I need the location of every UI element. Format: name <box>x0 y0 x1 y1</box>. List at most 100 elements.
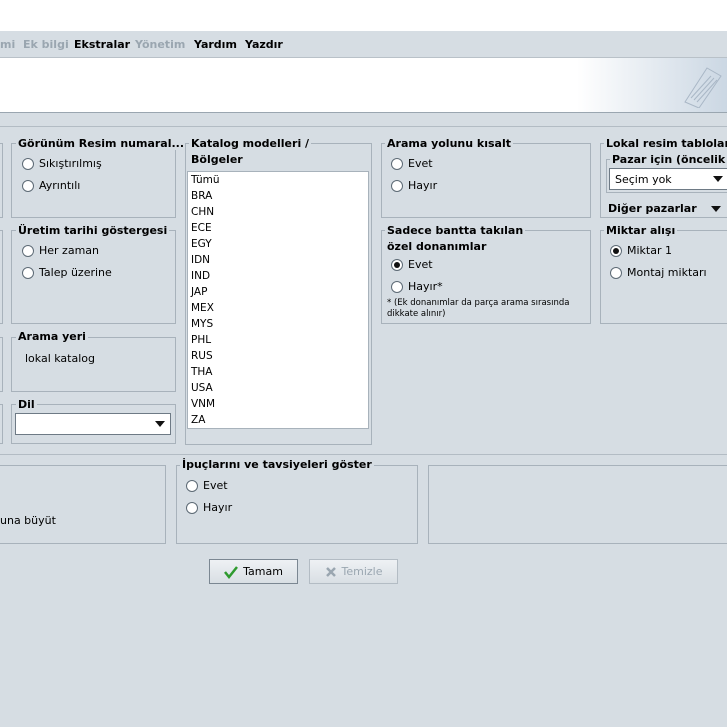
list-item[interactable]: VNM <box>191 396 215 412</box>
gorunum-option-detailed[interactable]: Ayrıntılı <box>22 179 80 192</box>
katalog-title-line1: Katalog modelleri / <box>189 137 312 150</box>
list-item[interactable]: PHL <box>191 332 211 348</box>
list-item[interactable]: IDN <box>191 252 210 268</box>
document-graphic-icon <box>684 67 722 108</box>
radio-icon[interactable] <box>186 479 198 492</box>
separator-middle <box>0 454 727 455</box>
arama-yolu-title: Arama yolunu kısalt <box>385 137 513 150</box>
list-item[interactable]: EGY <box>191 236 212 252</box>
pazar-title: Pazar için (öncelik 1) <box>610 153 727 166</box>
uretim-option-always[interactable]: Her zaman <box>22 244 99 257</box>
list-item[interactable]: BRA <box>191 188 212 204</box>
radio-icon[interactable] <box>22 157 34 170</box>
option-label: Evet <box>408 157 433 170</box>
uretim-option-on-request[interactable]: Talep üzerine <box>22 266 112 279</box>
list-item[interactable]: MYS <box>191 316 213 332</box>
radio-icon[interactable] <box>391 179 403 192</box>
option-label: Evet <box>408 258 433 271</box>
list-item[interactable]: USA <box>191 380 213 396</box>
option-label: Talep üzerine <box>39 266 112 279</box>
miktar-title: Miktar alışı <box>604 224 678 237</box>
miktar-option-assembly[interactable]: Montaj miktarı <box>610 266 707 279</box>
menu-item-ek-bilgi[interactable]: Ek bilgi <box>23 38 69 51</box>
chevron-down-icon <box>155 421 165 427</box>
option-label: Hayır <box>203 501 233 514</box>
sadece-bantta-option-yes[interactable]: Evet <box>391 258 433 271</box>
ipuclari-option-no[interactable]: Hayır <box>186 501 232 514</box>
list-item[interactable]: JAP <box>191 284 207 300</box>
menu-item-ekstralar[interactable]: Ekstralar <box>74 38 130 51</box>
option-label: Her zaman <box>39 244 100 257</box>
market-select-value: Seçim yok <box>615 173 672 186</box>
close-icon <box>325 566 336 577</box>
top-area <box>0 0 727 31</box>
lokal-resim-title: Lokal resim tabloları <box>604 137 727 150</box>
list-item[interactable]: Tümü <box>191 172 220 188</box>
arama-yolu-option-no[interactable]: Hayır <box>391 179 437 192</box>
list-item[interactable]: THA <box>191 364 213 380</box>
miktar-option-1[interactable]: Miktar 1 <box>610 244 672 257</box>
list-item[interactable]: ZA <box>191 412 205 428</box>
ok-button-label: Tamam <box>243 565 283 578</box>
arama-yolu-option-yes[interactable]: Evet <box>391 157 433 170</box>
clear-button[interactable]: Temizle <box>309 559 398 584</box>
option-label: Hayır <box>408 179 438 192</box>
left-bottom-text: una büyüt <box>0 514 56 527</box>
header-banner <box>0 58 727 113</box>
menu-item-partial[interactable]: mi <box>0 38 15 51</box>
radio-icon[interactable] <box>22 266 34 279</box>
list-item[interactable]: IND <box>191 268 210 284</box>
gorunum-option-compressed[interactable]: Sıkıştırılmış <box>22 157 102 170</box>
catalog-region-list[interactable]: Tümü BRA CHN ECE EGY IDN IND JAP MEX MYS… <box>187 171 369 429</box>
option-label: Montaj miktarı <box>627 266 707 279</box>
left-partial-panel-1 <box>0 143 3 218</box>
arama-yeri-value: lokal katalog <box>25 352 95 365</box>
ipuclari-title: İpuçlarını ve tavsiyeleri göster <box>180 458 374 471</box>
gorunum-title: Görünüm Resim numaral... <box>16 137 187 150</box>
radio-icon[interactable] <box>22 244 34 257</box>
radio-icon[interactable] <box>610 266 622 279</box>
ok-button[interactable]: Tamam <box>209 559 298 584</box>
radio-icon[interactable] <box>391 280 403 293</box>
option-label: Evet <box>203 479 228 492</box>
sadece-bantta-title-line1: Sadece bantta takılan <box>385 224 526 237</box>
radio-icon[interactable] <box>22 179 34 192</box>
sadece-bantta-note-line1: * (Ek donanımlar da parça arama sırasınd… <box>387 298 570 308</box>
menu-item-yardim[interactable]: Yardım <box>194 38 237 51</box>
market-select[interactable]: Seçim yok <box>609 168 727 190</box>
left-partial-panel-4 <box>0 404 3 444</box>
clear-button-label: Temizle <box>341 565 383 578</box>
chevron-down-icon <box>713 176 723 182</box>
chevron-down-icon[interactable] <box>711 206 721 212</box>
radio-checked-icon[interactable] <box>391 258 403 271</box>
menu-bar: mi Ek bilgi Ekstralar Yönetim Yardım Yaz… <box>0 31 727 58</box>
check-icon <box>224 565 239 579</box>
left-partial-panel-3 <box>0 337 3 392</box>
radio-icon[interactable] <box>186 501 198 514</box>
sadece-bantta-note-line2: dikkate alınır) <box>387 309 446 319</box>
option-label: Hayır* <box>408 280 443 293</box>
radio-checked-icon[interactable] <box>610 244 622 257</box>
list-item[interactable]: CHN <box>191 204 214 220</box>
list-item[interactable]: ECE <box>191 220 212 236</box>
option-label: Ayrıntılı <box>39 179 81 192</box>
dil-title: Dil <box>16 398 37 411</box>
option-label: Sıkıştırılmış <box>39 157 102 170</box>
list-item[interactable]: RUS <box>191 348 213 364</box>
menu-item-yonetim[interactable]: Yönetim <box>135 38 185 51</box>
katalog-title-line2: Bölgeler <box>189 153 245 166</box>
right-bottom-panel <box>428 465 727 544</box>
uretim-title: Üretim tarihi göstergesi <box>16 224 170 237</box>
menu-item-yazdir[interactable]: Yazdır <box>245 38 283 51</box>
left-partial-panel-2 <box>0 230 3 324</box>
list-item[interactable]: MEX <box>191 300 214 316</box>
sadece-bantta-title-line2: özel donanımlar <box>385 240 489 253</box>
arama-yeri-title: Arama yeri <box>16 330 88 343</box>
diger-pazarlar-label[interactable]: Diğer pazarlar <box>606 202 699 215</box>
radio-icon[interactable] <box>391 157 403 170</box>
language-select[interactable] <box>15 413 171 435</box>
ipuclari-option-yes[interactable]: Evet <box>186 479 228 492</box>
separator-top <box>0 126 727 127</box>
sadece-bantta-option-no[interactable]: Hayır* <box>391 280 443 293</box>
left-bottom-panel <box>0 465 166 544</box>
